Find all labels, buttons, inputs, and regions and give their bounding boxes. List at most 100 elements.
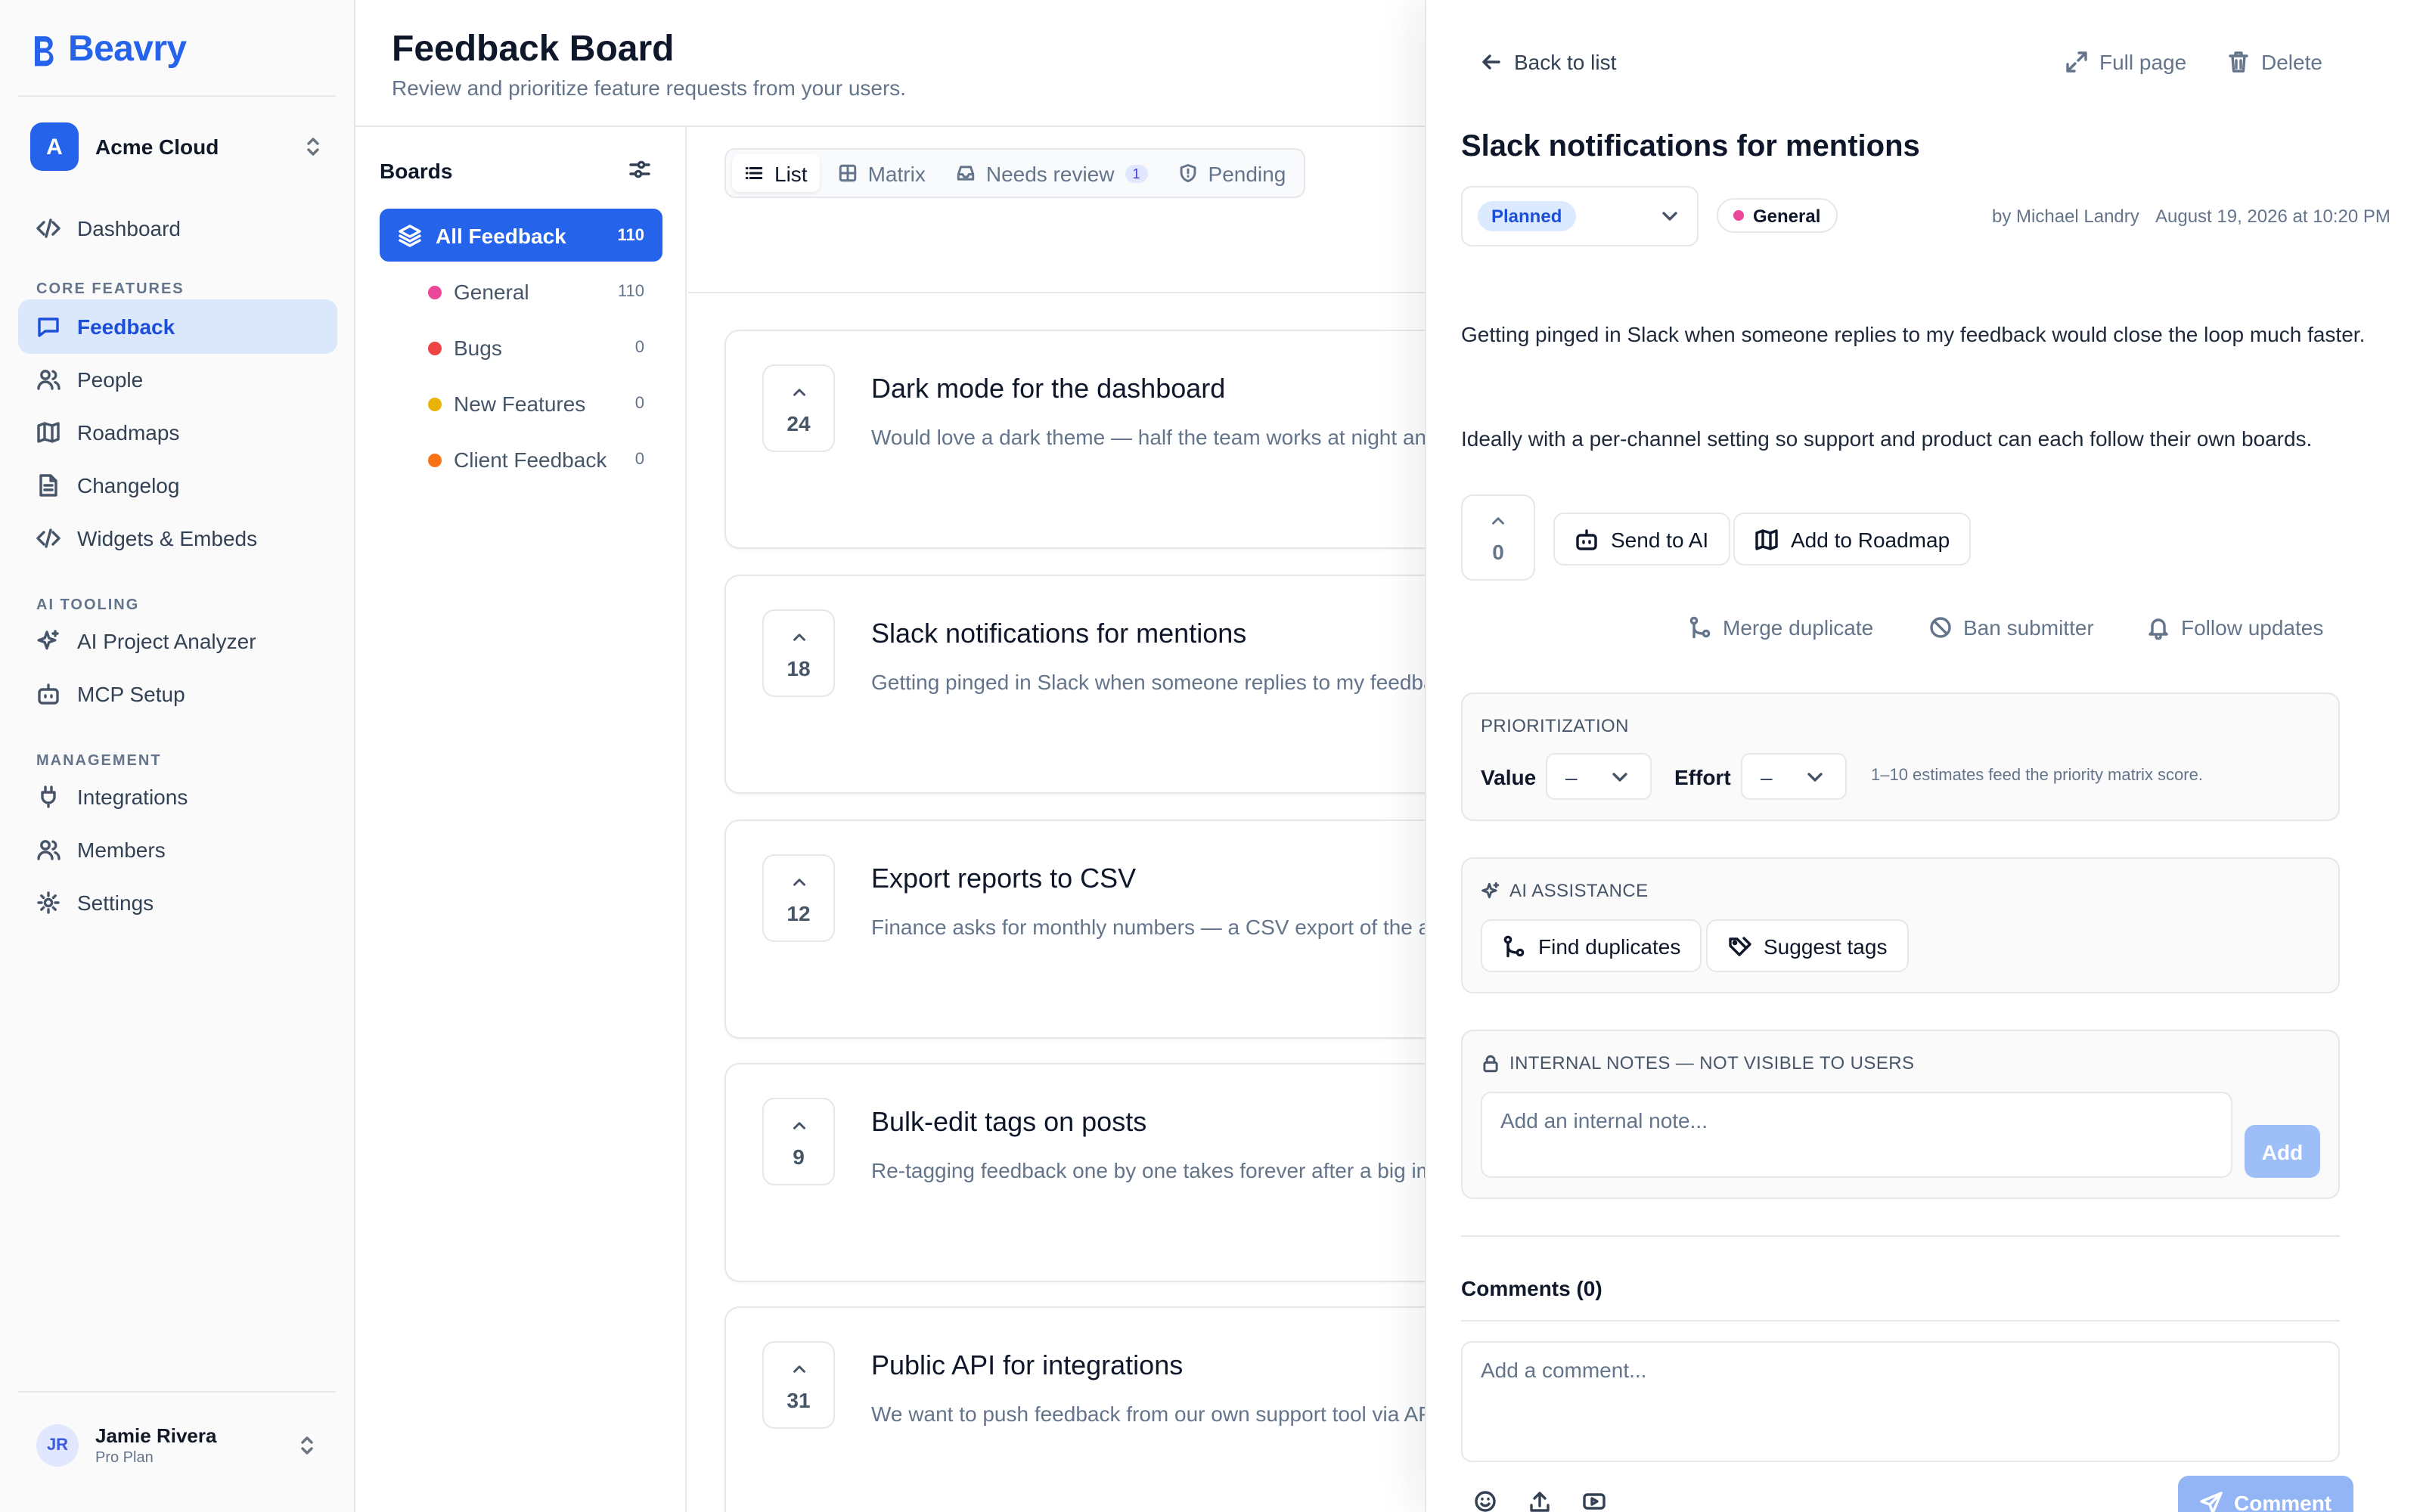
list-icon xyxy=(745,167,763,179)
file-text-icon xyxy=(39,474,57,497)
ai-assistance-label: AI ASSISTANCE xyxy=(1509,880,1649,901)
board-new-features[interactable]: New Features 0 xyxy=(428,386,662,422)
sliders-icon[interactable] xyxy=(628,157,652,181)
board-count: 0 xyxy=(634,339,644,357)
button-label: Suggest tags xyxy=(1764,934,1888,958)
board-tag[interactable]: General xyxy=(1717,198,1838,233)
prioritization-label: PRIORITIZATION xyxy=(1481,715,1629,736)
nav-members[interactable]: Members xyxy=(18,823,337,877)
map-icon xyxy=(1755,528,1778,550)
boards-panel: Boards All Feedback 110 General 110 Bugs… xyxy=(355,127,687,1512)
post-detail-title: Slack notifications for mentions xyxy=(1461,130,1920,163)
chevrons-up-down-icon xyxy=(307,138,319,156)
post-card[interactable]: 24 Dark mode for the dashboard Would lov… xyxy=(724,330,1511,549)
nav-changelog[interactable]: Changelog xyxy=(18,458,337,513)
board-count: 110 xyxy=(617,226,645,244)
app-root: Beavry A Acme Cloud Dashboard CORE FEATU… xyxy=(0,0,2420,1512)
nav-label: AI Project Analyzer xyxy=(77,629,256,653)
board-color-dot xyxy=(1733,210,1744,221)
user-name: Jamie Rivera xyxy=(95,1424,217,1447)
nav-dashboard[interactable]: Dashboard xyxy=(18,201,337,256)
video-icon[interactable] xyxy=(1582,1489,1606,1512)
nav-mcp-setup[interactable]: MCP Setup xyxy=(18,667,337,721)
submit-comment-button[interactable]: Comment xyxy=(2178,1476,2353,1512)
add-note-button[interactable]: Add xyxy=(2245,1125,2320,1178)
send-to-ai-button[interactable]: Send to AI xyxy=(1553,513,1730,565)
board-all-feedback[interactable]: All Feedback 110 xyxy=(380,209,662,262)
post-title: Slack notifications for mentions xyxy=(871,618,1247,649)
git-merge-icon xyxy=(1689,616,1711,639)
sparkles-icon xyxy=(1481,881,1500,898)
post-description: We want to push feedback from our own su… xyxy=(871,1402,1438,1426)
nav-widgets-embeds[interactable]: Widgets & Embeds xyxy=(18,511,337,565)
brand-logo[interactable]: Beavry xyxy=(30,29,187,71)
vote-count: 12 xyxy=(786,900,811,925)
comment-input[interactable]: Add a comment... xyxy=(1461,1341,2340,1462)
upvote-button[interactable]: 9 xyxy=(762,1098,835,1185)
find-duplicates-button[interactable]: Find duplicates xyxy=(1481,919,1702,972)
post-title: Public API for integrations xyxy=(871,1350,1184,1380)
nav-label: Roadmaps xyxy=(77,420,180,445)
user-menu[interactable]: JR Jamie Rivera Pro Plan xyxy=(18,1406,337,1485)
workspace-switcher[interactable]: A Acme Cloud xyxy=(18,112,337,181)
status-select[interactable]: Planned xyxy=(1461,186,1699,246)
delete-button[interactable]: Delete xyxy=(2226,50,2322,74)
full-page-button[interactable]: Full page xyxy=(2065,50,2186,74)
value-select[interactable]: – xyxy=(1546,753,1652,800)
post-author: by Michael Landry xyxy=(1992,206,2139,227)
value-label: Value xyxy=(1481,765,1537,789)
chevron-up-icon xyxy=(1492,517,1504,525)
expand-icon xyxy=(2066,51,2087,73)
board-client-feedback[interactable]: Client Feedback 0 xyxy=(428,442,662,478)
divider xyxy=(688,292,1429,293)
ban-submitter-button[interactable]: Ban submitter xyxy=(1928,615,2094,640)
post-card[interactable]: 12 Export reports to CSV Finance asks fo… xyxy=(724,820,1511,1039)
board-bugs[interactable]: Bugs 0 xyxy=(428,330,662,366)
tab-pending[interactable]: Pending xyxy=(1166,154,1298,192)
upvote-button[interactable]: 18 xyxy=(762,609,835,697)
tab-list[interactable]: List xyxy=(732,154,820,192)
avatar: JR xyxy=(36,1424,79,1467)
tags-icon xyxy=(1729,936,1751,956)
effort-selected: – xyxy=(1761,764,1773,789)
post-card[interactable]: 18 Slack notifications for mentions Gett… xyxy=(724,575,1511,794)
nav-people[interactable]: People xyxy=(18,352,337,407)
button-label: Send to AI xyxy=(1611,527,1709,551)
workspace-avatar: A xyxy=(30,122,79,171)
upvote-button[interactable]: 24 xyxy=(762,364,835,452)
suggest-tags-button[interactable]: Suggest tags xyxy=(1706,919,1909,972)
button-label: Find duplicates xyxy=(1538,934,1681,958)
upvote-button[interactable]: 31 xyxy=(762,1341,835,1429)
button-label: Add to Roadmap xyxy=(1791,527,1950,551)
upvote-button[interactable]: 0 xyxy=(1461,494,1535,581)
follow-updates-button[interactable]: Follow updates xyxy=(2146,615,2323,640)
comments-title: Comments (0) xyxy=(1461,1276,1602,1300)
nav-ai-project-analyzer[interactable]: AI Project Analyzer xyxy=(18,614,337,668)
internal-note-input[interactable]: Add an internal note... xyxy=(1481,1092,2232,1178)
tab-needs-review[interactable]: Needs review 1 xyxy=(944,154,1160,192)
nav-feedback[interactable]: Feedback xyxy=(18,299,337,354)
chevron-up-icon xyxy=(793,878,805,885)
post-card[interactable]: 31 Public API for integrations We want t… xyxy=(724,1306,1511,1512)
nav-roadmaps[interactable]: Roadmaps xyxy=(18,405,337,460)
post-body-paragraph: Ideally with a per-channel setting so su… xyxy=(1461,426,2313,451)
nav-integrations[interactable]: Integrations xyxy=(18,770,337,824)
tab-matrix[interactable]: Matrix xyxy=(826,154,938,192)
divider xyxy=(18,95,336,97)
smile-icon[interactable] xyxy=(1473,1489,1497,1512)
nav-settings[interactable]: Settings xyxy=(18,875,337,930)
bot-icon xyxy=(1576,528,1597,550)
upvote-button[interactable]: 12 xyxy=(762,854,835,942)
back-to-list-link[interactable]: Back to list xyxy=(1479,50,1616,74)
gear-icon xyxy=(37,891,60,914)
view-tabs: List Matrix Needs review 1 Pending xyxy=(724,148,1306,198)
divider xyxy=(18,1391,336,1393)
post-card[interactable]: 9 Bulk-edit tags on posts Re-tagging fee… xyxy=(724,1063,1511,1282)
upload-icon[interactable] xyxy=(1528,1489,1552,1512)
effort-select[interactable]: – xyxy=(1741,753,1847,800)
add-to-roadmap-button[interactable]: Add to Roadmap xyxy=(1733,513,1972,565)
workspace-name: Acme Cloud xyxy=(95,135,219,159)
merge-duplicate-button[interactable]: Merge duplicate xyxy=(1688,615,1873,640)
board-general[interactable]: General 110 xyxy=(428,274,662,310)
vote-count: 24 xyxy=(786,411,811,435)
